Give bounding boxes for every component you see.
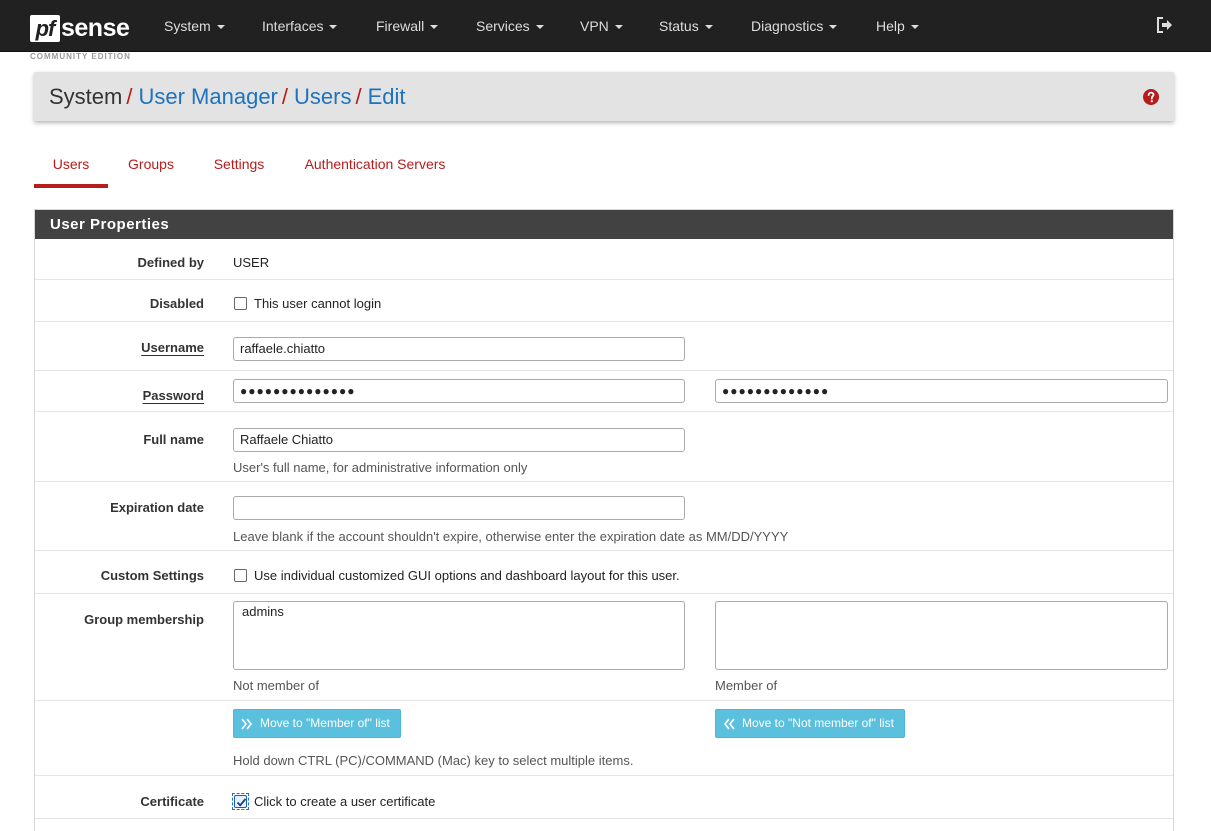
nav-menu-label: Help xyxy=(876,18,905,34)
nav-menu-label: Services xyxy=(476,18,530,34)
user-properties-panel: User Properties Defined by USER Disabled… xyxy=(34,209,1174,831)
form-row-move-buttons: Move to "Member of" list Move to "Not me… xyxy=(35,701,1173,776)
password-input[interactable]: ●●●●●●●●●●●●●● xyxy=(233,379,685,403)
full-name-input[interactable]: Raffaele Chiatto xyxy=(233,428,685,452)
custom-settings-label: Custom Settings xyxy=(100,568,204,583)
certificate-label: Certificate xyxy=(140,794,204,809)
breadcrumb-link-edit[interactable]: Edit xyxy=(368,84,406,109)
question-circle-icon[interactable] xyxy=(1143,89,1159,105)
expiration-date-input[interactable] xyxy=(233,496,685,520)
caret-down-icon xyxy=(910,25,919,30)
breadcrumb-separator: / xyxy=(126,84,133,109)
password-label: Password xyxy=(142,388,204,403)
breadcrumb-link-user-manager[interactable]: User Manager xyxy=(138,84,277,109)
form-row-password: Password ●●●●●●●●●●●●●● ●●●●●●●●●●●●● xyxy=(35,371,1173,412)
expiration-date-help: Leave blank if the account shouldn't exp… xyxy=(233,529,789,544)
member-of-caption: Member of xyxy=(715,678,778,693)
tab-settings[interactable]: Settings xyxy=(204,148,274,188)
password-confirm-input[interactable]: ●●●●●●●●●●●●● xyxy=(715,379,1168,403)
nav-menu-help[interactable]: Help xyxy=(876,0,919,52)
defined-by-label: Defined by xyxy=(137,255,204,270)
nav-menu-label: System xyxy=(164,18,211,34)
not-member-of-listbox[interactable]: admins xyxy=(233,601,685,670)
username-label: Username xyxy=(141,340,204,355)
panel-title: User Properties xyxy=(35,210,1173,239)
not-member-of-caption: Not member of xyxy=(233,678,319,693)
pfsense-logo[interactable]: pf sense xyxy=(30,13,140,43)
caret-down-icon xyxy=(535,25,544,30)
listbox-option-admins[interactable]: admins xyxy=(242,604,676,619)
caret-down-icon xyxy=(216,25,225,30)
logo-sense-text: sense xyxy=(61,14,130,42)
nav-menu-services[interactable]: Services xyxy=(476,0,544,52)
checkmark-icon xyxy=(236,798,247,807)
nav-menu-label: Interfaces xyxy=(262,18,324,34)
breadcrumb: System / User Manager / Users / Edit xyxy=(34,72,1174,121)
form-row-expiration-date: Expiration date Leave blank if the accou… xyxy=(35,482,1173,551)
breadcrumb-separator: / xyxy=(281,84,288,109)
nav-menu-diagnostics[interactable]: Diagnostics xyxy=(751,0,838,52)
caret-down-icon xyxy=(430,25,439,30)
username-input[interactable]: raffaele.chiatto xyxy=(233,337,685,361)
form-row-username: Username raffaele.chiatto xyxy=(35,322,1173,371)
logout-icon[interactable] xyxy=(1156,17,1174,33)
form-row-group-membership: Group membership admins Not member of Me… xyxy=(35,594,1173,701)
caret-down-icon xyxy=(704,25,713,30)
form-row-custom-settings: Custom Settings Use individual customize… xyxy=(35,551,1173,594)
disabled-checkbox[interactable] xyxy=(234,297,247,310)
top-navbar: pf sense System Interfaces Firewall Serv… xyxy=(0,0,1211,52)
double-chevron-left-icon xyxy=(723,718,735,730)
member-of-listbox[interactable] xyxy=(715,601,1168,670)
custom-settings-checkbox[interactable] xyxy=(234,569,247,582)
disabled-label: Disabled xyxy=(149,296,204,311)
nav-menu-label: Firewall xyxy=(376,18,425,34)
custom-settings-checkbox-label: Use individual customized GUI options an… xyxy=(254,568,680,583)
full-name-help: User's full name, for administrative inf… xyxy=(233,460,528,475)
defined-by-value: USER xyxy=(233,255,270,270)
form-row-full-name: Full name Raffaele Chiatto User's full n… xyxy=(35,412,1173,482)
nav-menu-label: Status xyxy=(659,18,699,34)
expiration-date-label: Expiration date xyxy=(110,500,204,515)
disabled-checkbox-label: This user cannot login xyxy=(254,296,382,311)
nav-menu-system[interactable]: System xyxy=(164,0,225,52)
breadcrumb-separator: / xyxy=(355,84,362,109)
move-to-member-button[interactable]: Move to "Member of" list xyxy=(233,709,401,738)
caret-down-icon xyxy=(614,25,623,30)
logo-pf-mark: pf xyxy=(30,15,60,42)
nav-menu-label: Diagnostics xyxy=(751,18,824,34)
form-row-disabled: Disabled This user cannot login xyxy=(35,280,1173,322)
nav-menu-interfaces[interactable]: Interfaces xyxy=(262,0,338,52)
tab-users[interactable]: Users xyxy=(34,148,108,188)
nav-menu-status[interactable]: Status xyxy=(659,0,713,52)
move-to-not-member-label: Move to "Not member of" list xyxy=(742,716,894,730)
tab-authentication-servers[interactable]: Authentication Servers xyxy=(295,148,455,188)
caret-down-icon xyxy=(329,25,338,30)
form-row-defined-by: Defined by USER xyxy=(35,239,1173,280)
form-row-certificate: Certificate Click to create a user certi… xyxy=(35,776,1173,819)
full-name-label: Full name xyxy=(143,432,204,447)
tab-groups[interactable]: Groups xyxy=(119,148,183,188)
move-to-member-label: Move to "Member of" list xyxy=(260,716,390,730)
move-to-not-member-button[interactable]: Move to "Not member of" list xyxy=(715,709,905,738)
certificate-checkbox-label: Click to create a user certificate xyxy=(254,794,436,809)
breadcrumb-root: System xyxy=(49,84,123,109)
double-chevron-right-icon xyxy=(241,718,253,730)
group-membership-label: Group membership xyxy=(84,612,204,627)
caret-down-icon xyxy=(829,25,838,30)
nav-menu-label: VPN xyxy=(580,18,609,34)
nav-menu-vpn[interactable]: VPN xyxy=(580,0,623,52)
breadcrumb-link-users[interactable]: Users xyxy=(294,84,351,109)
certificate-checkbox[interactable] xyxy=(234,795,247,808)
logo-edition-text: COMMUNITY EDITION xyxy=(30,52,131,61)
nav-menu-firewall[interactable]: Firewall xyxy=(376,0,439,52)
multi-select-help: Hold down CTRL (PC)/COMMAND (Mac) key to… xyxy=(233,753,634,768)
